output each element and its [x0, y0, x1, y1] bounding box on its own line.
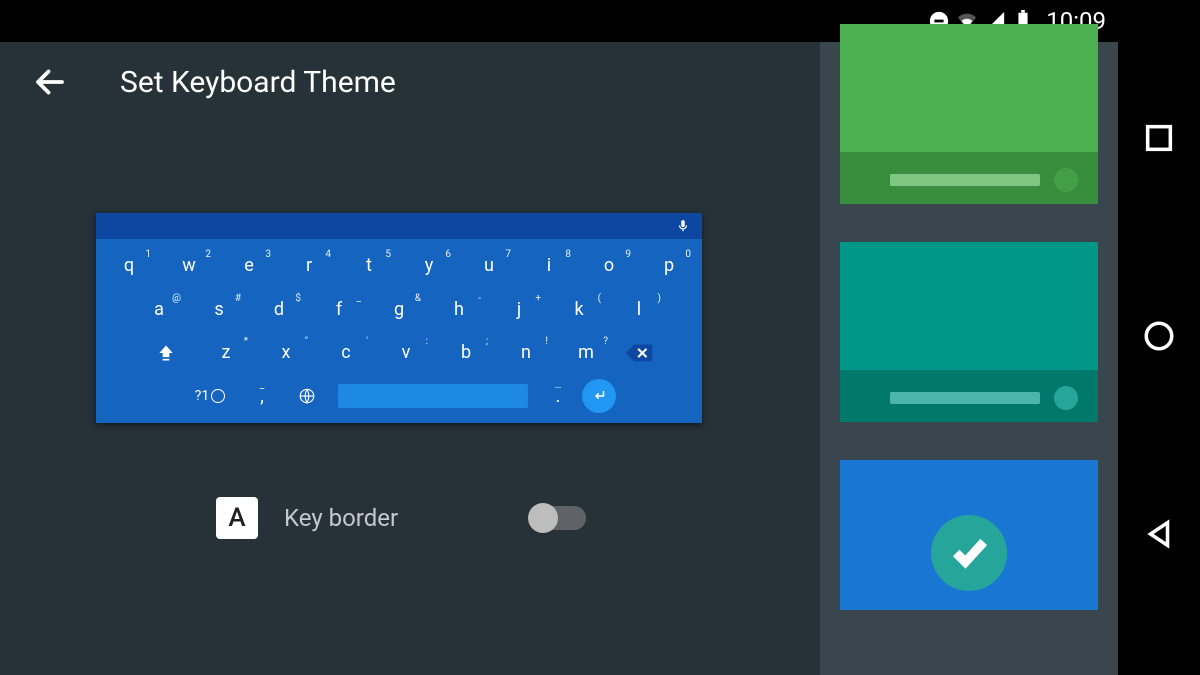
page-title: Set Keyboard Theme: [120, 65, 396, 100]
key-r: r4: [279, 255, 339, 276]
nav-bar: [1118, 0, 1200, 675]
key-d: d$: [249, 299, 309, 320]
backspace-key-icon: [616, 343, 662, 363]
key-y: y6: [399, 255, 459, 276]
nav-home-button[interactable]: [1142, 319, 1176, 357]
check-icon: [931, 515, 1007, 591]
key-m: m?: [556, 342, 616, 363]
globe-key-icon: [286, 387, 328, 405]
enter-key-icon: [582, 379, 616, 413]
mic-icon: [676, 219, 690, 233]
key-h: h-: [429, 299, 489, 320]
comma-key: _,: [242, 386, 282, 407]
key-a: a@: [129, 299, 189, 320]
theme-tile-green[interactable]: [840, 24, 1098, 204]
key-border-label: Key border: [284, 504, 504, 532]
key-p: p0: [639, 255, 699, 276]
back-button[interactable]: [30, 62, 70, 102]
key-u: u7: [459, 255, 519, 276]
key-j: j+: [489, 299, 549, 320]
key-z: z*: [196, 342, 256, 363]
key-k: k(: [549, 299, 609, 320]
key-w: w2: [159, 255, 219, 276]
key-n: n!: [496, 342, 556, 363]
key-b: b;: [436, 342, 496, 363]
spacebar: [338, 384, 528, 408]
key-t: t5: [339, 255, 399, 276]
shift-key-icon: [136, 343, 196, 363]
key-o: o9: [579, 255, 639, 276]
key-v: v:: [376, 342, 436, 363]
theme-list[interactable]: [820, 42, 1118, 675]
period-key: ….: [538, 386, 578, 407]
key-f: f_: [309, 299, 369, 320]
key-border-icon: A: [216, 497, 258, 539]
keyboard-preview: q1w2e3r4t5y6u7i8o9p0 a@s#d$f_g&h-j+k(l) …: [96, 213, 702, 423]
key-i: i8: [519, 255, 579, 276]
app-bar: Set Keyboard Theme: [0, 42, 820, 122]
theme-tile-teal[interactable]: [840, 242, 1098, 422]
key-e: e3: [219, 255, 279, 276]
nav-recent-button[interactable]: [1142, 121, 1176, 159]
key-l: l): [609, 299, 669, 320]
key-border-setting: A Key border: [216, 494, 586, 542]
theme-tile-blue[interactable]: [840, 460, 1098, 610]
key-g: g&: [369, 299, 429, 320]
key-border-toggle[interactable]: [530, 506, 586, 530]
key-q: q1: [99, 255, 159, 276]
symbol-key: ?1: [182, 388, 238, 404]
nav-back-button[interactable]: [1142, 517, 1176, 555]
key-c: c': [316, 342, 376, 363]
key-x: x": [256, 342, 316, 363]
key-s: s#: [189, 299, 249, 320]
